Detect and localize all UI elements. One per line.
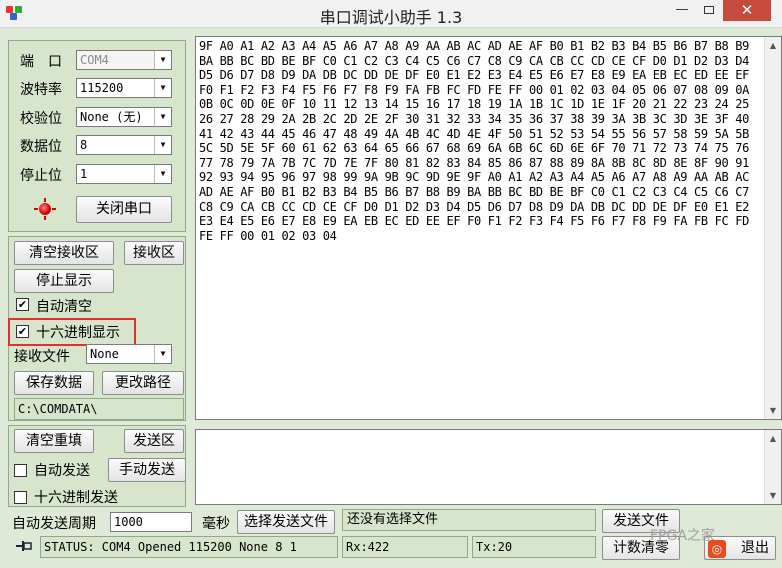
send-scrollbar[interactable]: ▲ ▼ bbox=[764, 430, 781, 504]
period-label: 自动发送周期 bbox=[12, 516, 96, 532]
save-data-button[interactable]: 保存数据 bbox=[14, 371, 94, 395]
chevron-down-icon: ▼ bbox=[154, 79, 171, 97]
recv-file-label: 接收文件 bbox=[14, 349, 70, 365]
databits-label: 数据位 bbox=[20, 139, 62, 155]
recv-file-select[interactable]: None ▼ bbox=[86, 344, 172, 364]
select-send-file-button[interactable]: 选择发送文件 bbox=[237, 510, 335, 534]
auto-clear-checkbox[interactable]: ✔ bbox=[16, 298, 29, 311]
change-path-button[interactable]: 更改路径 bbox=[102, 371, 184, 395]
period-input[interactable]: 1000 bbox=[110, 512, 192, 532]
databits-select[interactable]: 8 ▼ bbox=[76, 135, 172, 155]
hex-display-label: 十六进制显示 bbox=[36, 325, 120, 341]
client-area: 端 口 COM4 ▼ 波特率 115200 ▼ 校验位 None (无) ▼ 数… bbox=[0, 28, 782, 568]
baud-select[interactable]: 115200 ▼ bbox=[76, 78, 172, 98]
hex-send-checkbox[interactable] bbox=[14, 491, 27, 504]
receive-scrollbar[interactable]: ▲ ▼ bbox=[764, 37, 781, 419]
parity-value: None (无) bbox=[80, 110, 143, 124]
save-path-field: C:\COMDATA\ bbox=[14, 398, 184, 420]
send-area[interactable]: ▲ ▼ bbox=[195, 429, 782, 505]
clear-receive-button[interactable]: 清空接收区 bbox=[14, 241, 114, 265]
port-select[interactable]: COM4 ▼ bbox=[76, 50, 172, 70]
scroll-up-icon[interactable]: ▲ bbox=[765, 37, 781, 54]
manual-send-button[interactable]: 手动发送 bbox=[108, 458, 186, 482]
receive-area-button[interactable]: 接收区 bbox=[124, 241, 184, 265]
chevron-down-icon: ▼ bbox=[154, 51, 171, 69]
receive-text: 9F A0 A1 A2 A3 A4 A5 A6 A7 A8 A9 AA AB A… bbox=[199, 39, 756, 243]
scroll-up-icon[interactable]: ▲ bbox=[765, 430, 781, 447]
maximize-button[interactable] bbox=[696, 0, 722, 21]
minimize-button[interactable]: — bbox=[669, 0, 695, 21]
port-label: 端 口 bbox=[20, 54, 62, 70]
scroll-down-icon[interactable]: ▼ bbox=[765, 487, 781, 504]
close-button[interactable]: ✕ bbox=[723, 0, 771, 21]
chevron-down-icon: ▼ bbox=[154, 136, 171, 154]
chevron-down-icon: ▼ bbox=[154, 108, 171, 126]
baud-label: 波特率 bbox=[20, 82, 62, 98]
recv-file-value: None bbox=[90, 347, 119, 361]
ms-label: 毫秒 bbox=[202, 516, 230, 532]
hex-display-checkbox[interactable]: ✔ bbox=[16, 325, 29, 338]
chevron-down-icon: ▼ bbox=[154, 165, 171, 183]
file-status-field: 还没有选择文件 bbox=[342, 509, 596, 531]
parity-label: 校验位 bbox=[20, 111, 62, 127]
maximize-icon bbox=[704, 6, 714, 14]
watermark: FPGA之家 bbox=[650, 528, 715, 544]
auto-clear-label: 自动清空 bbox=[36, 299, 92, 315]
auto-send-checkbox[interactable] bbox=[14, 464, 27, 477]
hex-send-label: 十六进制发送 bbox=[34, 490, 118, 506]
tx-counter: Tx:20 bbox=[472, 536, 596, 558]
clear-send-button[interactable]: 清空重填 bbox=[14, 429, 94, 453]
databits-value: 8 bbox=[80, 138, 88, 152]
pin-icon[interactable] bbox=[14, 539, 34, 553]
status-field: STATUS: COM4 Opened 115200 None 8 1 bbox=[40, 536, 338, 558]
auto-send-label: 自动发送 bbox=[34, 463, 90, 479]
toggle-port-button[interactable]: 关闭串口 bbox=[76, 196, 172, 223]
chevron-down-icon: ▼ bbox=[154, 345, 171, 363]
rx-counter: Rx:422 bbox=[342, 536, 468, 558]
window-title: 串口调试小助手 1.3 bbox=[319, 8, 463, 27]
scroll-down-icon[interactable]: ▼ bbox=[765, 402, 781, 419]
parity-select[interactable]: None (无) ▼ bbox=[76, 107, 172, 127]
stopbits-label: 停止位 bbox=[20, 168, 62, 184]
title-bar: 串口调试小助手 1.3 — ✕ bbox=[0, 0, 782, 28]
port-status-indicator-icon bbox=[34, 198, 56, 220]
stopbits-value: 1 bbox=[80, 167, 88, 181]
stopbits-select[interactable]: 1 ▼ bbox=[76, 164, 172, 184]
baud-value: 115200 bbox=[80, 81, 124, 95]
send-area-button[interactable]: 发送区 bbox=[124, 429, 184, 453]
exit-label: 退出 bbox=[741, 540, 769, 556]
port-value: COM4 bbox=[80, 53, 109, 67]
receive-area[interactable]: 9F A0 A1 A2 A3 A4 A5 A6 A7 A8 A9 AA AB A… bbox=[195, 36, 782, 420]
stop-display-button[interactable]: 停止显示 bbox=[14, 269, 114, 293]
